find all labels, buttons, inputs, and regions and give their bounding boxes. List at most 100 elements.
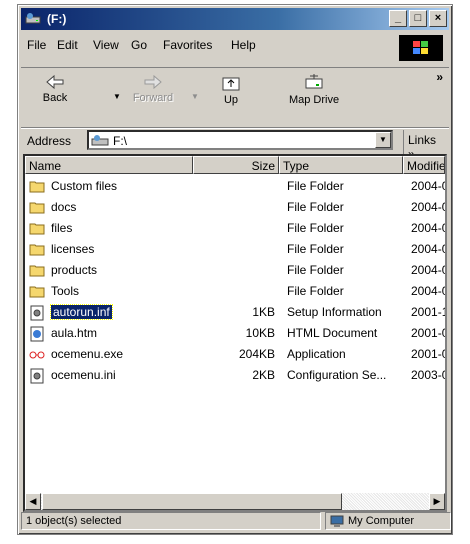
file-name: files: [51, 221, 73, 235]
standard-toolbar: Back ▼ Forward ▼ Up Map Drive »: [21, 67, 449, 126]
file-size: 204KB: [238, 347, 275, 361]
file-modified: 2003-07: [411, 368, 445, 382]
file-size: 2KB: [252, 368, 275, 382]
my-computer-icon: [330, 515, 344, 527]
menu-edit[interactable]: Edit: [57, 38, 78, 52]
file-type: File Folder: [287, 200, 344, 214]
folder-icon: [29, 221, 45, 238]
forward-label: Forward: [132, 92, 174, 104]
file-name: ocemenu.exe: [51, 347, 124, 361]
column-header-modified[interactable]: Modified: [403, 156, 445, 174]
menu-help[interactable]: Help: [231, 38, 256, 52]
folder-icon: [29, 179, 45, 196]
file-type: File Folder: [287, 242, 344, 256]
file-modified: 2004-05: [411, 263, 445, 277]
windows-logo-icon: [399, 35, 443, 61]
file-name: aula.htm: [51, 326, 98, 340]
back-dropdown-icon[interactable]: ▼: [113, 92, 121, 101]
file-name: Custom files: [51, 179, 118, 193]
file-modified: 2004-05: [411, 179, 445, 193]
forward-button[interactable]: Forward: [125, 72, 181, 120]
forward-dropdown-icon[interactable]: ▼: [191, 92, 199, 101]
menu-file[interactable]: File: [27, 38, 46, 52]
close-button[interactable]: ×: [429, 10, 447, 27]
file-modified: 2001-02: [411, 347, 445, 361]
file-modified: 2001-11: [411, 305, 447, 319]
maximize-button[interactable]: □: [409, 10, 427, 27]
file-row[interactable]: docs File Folder 2004-05: [25, 197, 445, 218]
file-type: File Folder: [287, 284, 344, 298]
settings-file-icon: [29, 368, 45, 387]
title-bar[interactable]: (F:) _ □ ×: [21, 8, 449, 30]
file-row[interactable]: products File Folder 2004-05: [25, 260, 445, 281]
file-row[interactable]: Tools File Folder 2004-05: [25, 281, 445, 302]
html-file-icon: [29, 326, 45, 345]
menu-go[interactable]: Go: [131, 38, 147, 52]
scroll-left-icon[interactable]: ◀: [25, 493, 41, 510]
file-list[interactable]: Name Size Type Modified Custom files File…: [23, 154, 447, 512]
address-label: Address: [27, 134, 72, 148]
status-zone: My Computer: [325, 512, 451, 530]
file-row[interactable]: ocemenu.exe 204KB Application 2001-02: [25, 344, 445, 365]
status-zone-label: My Computer: [348, 515, 415, 527]
folder-icon: [29, 284, 45, 301]
up-label: Up: [223, 94, 239, 106]
column-header-size[interactable]: Size: [193, 156, 279, 174]
file-name: licenses: [51, 242, 95, 256]
folder-icon: [29, 200, 45, 217]
horizontal-scrollbar[interactable]: ◀ ▶: [25, 493, 445, 510]
back-button[interactable]: Back: [27, 72, 83, 120]
scrollbar-thumb[interactable]: [42, 493, 342, 510]
file-name: docs: [51, 200, 77, 214]
file-type: File Folder: [287, 263, 344, 277]
file-size: 1KB: [252, 305, 275, 319]
file-row[interactable]: aula.htm 10KB HTML Document 2001-07: [25, 323, 445, 344]
column-header-type[interactable]: Type: [279, 156, 403, 174]
file-type: Application: [287, 347, 346, 361]
file-type: Setup Information: [287, 305, 382, 319]
minimize-button[interactable]: _: [389, 10, 407, 27]
address-input[interactable]: F:\ ▼: [87, 130, 393, 150]
status-bar: 1 object(s) selected My Computer: [21, 511, 451, 531]
menu-view[interactable]: View: [93, 38, 119, 52]
address-dropdown-icon[interactable]: ▼: [375, 132, 391, 148]
application-icon: [29, 347, 45, 366]
file-type: HTML Document: [287, 326, 378, 340]
column-header-name[interactable]: Name: [25, 156, 193, 174]
file-modified: 2004-05: [411, 200, 445, 214]
explorer-window: (F:) _ □ × File Edit View Go Favorites H…: [17, 4, 453, 535]
toolbar-chevron-icon[interactable]: »: [436, 70, 443, 84]
folder-icon: [29, 263, 45, 280]
file-row[interactable]: ocemenu.ini 2KB Configuration Se... 2003-07: [25, 365, 445, 386]
file-row[interactable]: autorun.inf 1KB Setup Information 2001-11: [25, 302, 445, 323]
map-drive-button[interactable]: Map Drive: [277, 72, 351, 120]
file-modified: 2004-05: [411, 221, 445, 235]
scroll-right-icon[interactable]: ▶: [429, 493, 445, 510]
file-name: autorun.inf: [50, 304, 113, 320]
forward-arrow-icon: [144, 74, 162, 90]
file-row[interactable]: Custom files File Folder 2004-05: [25, 176, 445, 197]
file-name: Tools: [51, 284, 80, 298]
drive-icon: [91, 135, 109, 146]
file-name: products: [51, 263, 98, 277]
address-bar: Address F:\ ▼ Links »: [21, 127, 449, 164]
file-modified: 2004-05: [411, 284, 445, 298]
menu-favorites[interactable]: Favorites: [163, 38, 212, 52]
file-row[interactable]: licenses File Folder 2004-05: [25, 239, 445, 260]
menu-bar: File Edit View Go Favorites Help: [21, 33, 449, 61]
map-drive-label: Map Drive: [288, 94, 340, 106]
back-label: Back: [42, 92, 68, 104]
file-modified: 2001-07: [411, 326, 445, 340]
back-arrow-icon: [46, 74, 64, 90]
folder-up-icon: [222, 77, 240, 91]
up-button[interactable]: Up: [203, 72, 259, 120]
folder-icon: [29, 242, 45, 259]
file-row[interactable]: files File Folder 2004-05: [25, 218, 445, 239]
drive-icon: [25, 13, 41, 24]
file-modified: 2004-05: [411, 242, 445, 256]
file-type: File Folder: [287, 221, 344, 235]
file-type: File Folder: [287, 179, 344, 193]
settings-file-icon: [29, 305, 45, 324]
network-drive-icon: [305, 74, 323, 89]
window-title: (F:): [47, 12, 67, 26]
